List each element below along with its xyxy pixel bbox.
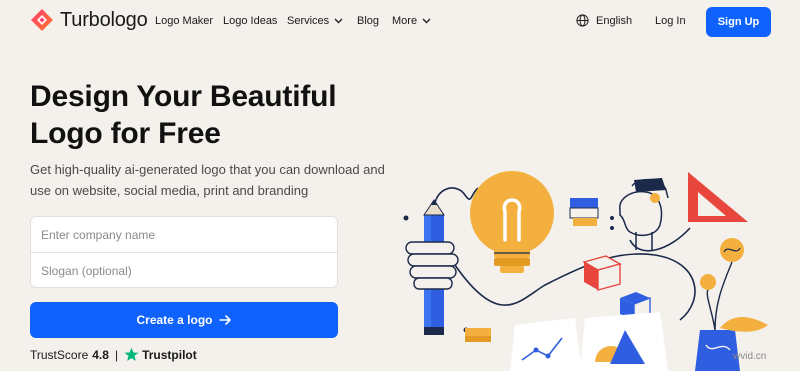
light-bulb-icon [470, 171, 554, 273]
trust-separator: | [114, 347, 119, 362]
nav-services-label: Services [287, 15, 330, 27]
nav-blog[interactable]: Blog [357, 15, 379, 27]
hand-icon [405, 241, 459, 290]
nav-services[interactable]: Services [287, 15, 343, 27]
dot-decoration [403, 215, 409, 221]
color-swatch-icon [465, 336, 491, 342]
chart-paper-icon [510, 318, 582, 371]
nav-more-label: More [392, 15, 418, 27]
hero-illustration [403, 171, 768, 371]
top-nav: Turbologo Logo Maker Logo Ideas Services… [0, 0, 800, 44]
nav-more[interactable]: More [392, 15, 431, 27]
trustscore-value: 4.8 [92, 347, 109, 362]
dot-decoration [610, 226, 614, 230]
trustpilot-rating[interactable]: TrustScore 4.8 | Trustpilot [30, 347, 197, 362]
dot-decoration [610, 216, 614, 220]
brand-name[interactable]: Turbologo [60, 9, 148, 32]
color-swatch-icon [465, 328, 491, 336]
chevron-down-icon [422, 18, 431, 24]
page-title-line1: Design Your Beautiful [30, 80, 337, 113]
trustpilot-star-icon [124, 347, 139, 361]
page-title: Design Your Beautiful Logo for Free [30, 78, 390, 152]
signup-button[interactable]: Sign Up [706, 7, 771, 37]
watermark: wvid.cn [733, 351, 767, 362]
cable-line [454, 253, 696, 321]
logo-form [30, 216, 338, 288]
trustscore-label: TrustScore [30, 347, 89, 362]
globe-icon [576, 14, 589, 27]
company-name-input[interactable] [31, 217, 337, 252]
page-title-line2: Logo for Free [30, 117, 221, 150]
trustpilot-name: Trustpilot [142, 347, 197, 362]
hero-subtext: Get high-quality ai-generated logo that … [30, 162, 385, 198]
language-selector[interactable]: English [576, 14, 632, 27]
create-logo-button[interactable]: Create a logo [30, 302, 338, 338]
slogan-input[interactable] [31, 253, 337, 287]
triangle-ruler-icon [688, 172, 748, 222]
nav-logo-ideas[interactable]: Logo Ideas [223, 15, 277, 27]
turbologo-diamond-icon[interactable] [30, 8, 54, 32]
login-link[interactable]: Log In [655, 15, 686, 27]
chevron-down-icon [334, 18, 343, 24]
language-label: English [596, 14, 633, 27]
designer-character [619, 178, 669, 250]
shapes-paper-icon [580, 312, 668, 371]
cube-icon [582, 255, 622, 291]
color-swatch-icon [569, 198, 599, 226]
nav-logo-maker[interactable]: Logo Maker [155, 15, 213, 27]
arrow-right-icon [218, 315, 231, 325]
create-logo-label: Create a logo [136, 313, 213, 327]
